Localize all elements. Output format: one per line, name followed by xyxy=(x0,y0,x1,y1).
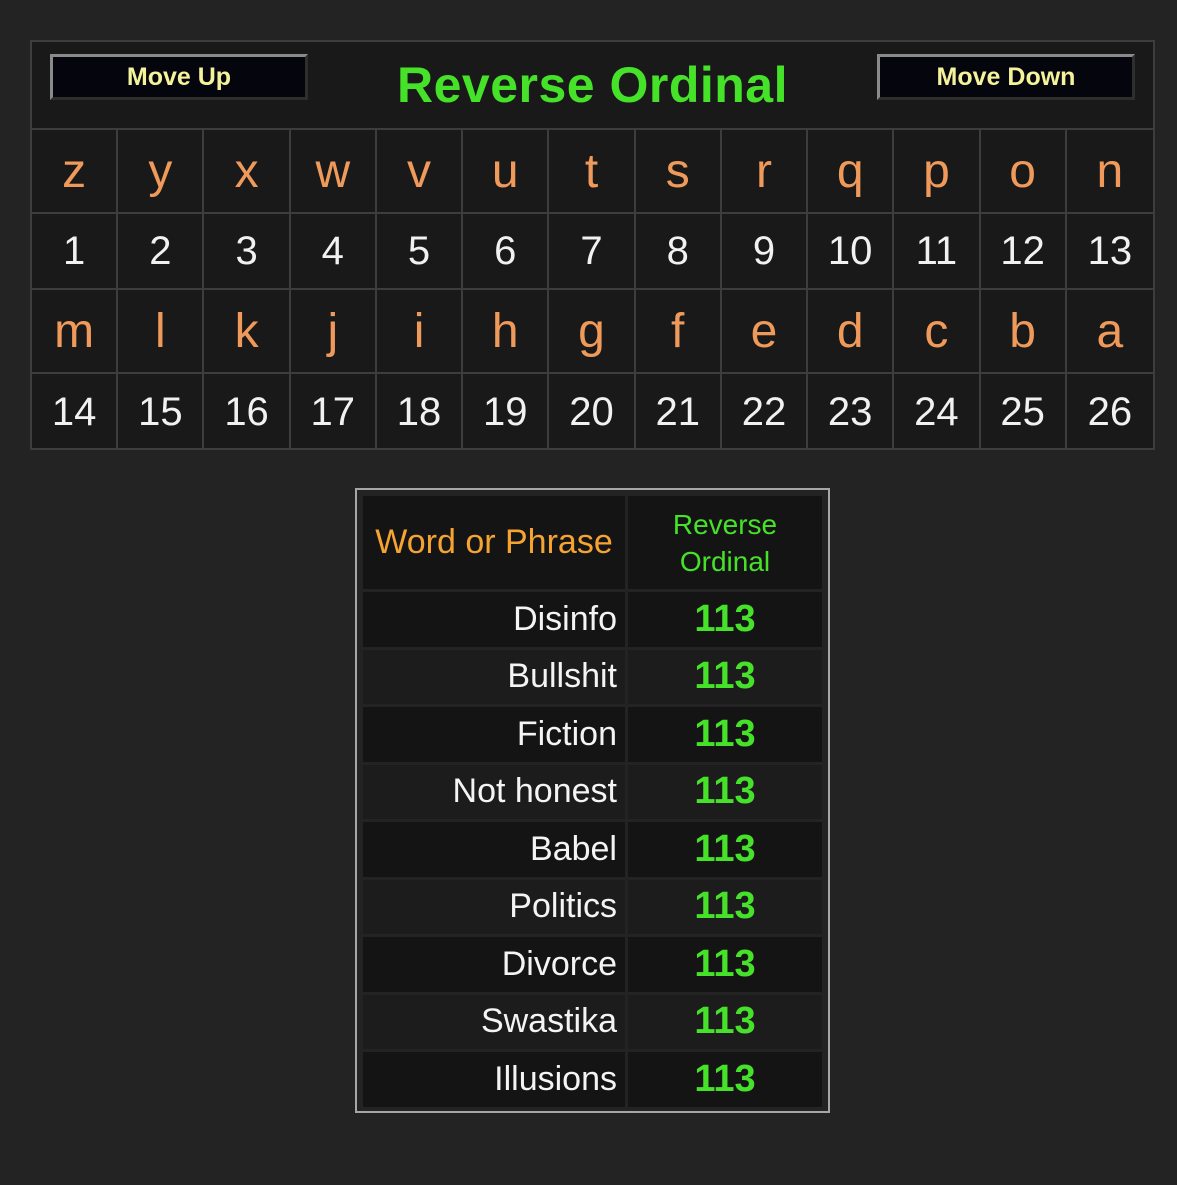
cipher-value-cell: 16 xyxy=(204,374,291,450)
cipher-value-cell: 7 xyxy=(549,214,636,290)
table-row: Politics 113 xyxy=(363,879,822,934)
move-down-button[interactable]: Move Down xyxy=(877,54,1135,100)
value-cell: 113 xyxy=(628,707,822,762)
value-cell: 113 xyxy=(628,937,822,992)
column-header-phrase: Word or Phrase xyxy=(363,496,625,589)
value-cell: 113 xyxy=(628,649,822,704)
cipher-letter-cell: a xyxy=(1066,290,1153,374)
cipher-letter-cell: e xyxy=(721,290,809,374)
cipher-letter-cell: l xyxy=(118,290,205,374)
cipher-letter-cell: w xyxy=(290,130,377,214)
cipher-value-cell: 11 xyxy=(894,214,981,290)
cipher-letter-cell: t xyxy=(549,130,636,214)
value-cell: 113 xyxy=(628,994,822,1049)
cipher-letter-cell: k xyxy=(204,290,291,374)
results-header-row: Word or Phrase Reverse Ordinal xyxy=(363,496,822,589)
cipher-value-cell: 12 xyxy=(980,214,1067,290)
cipher-value-cell: 19 xyxy=(463,374,550,450)
cipher-value-cell: 23 xyxy=(808,374,895,450)
cipher-value-cell: 15 xyxy=(118,374,205,450)
cipher-letter-cell: f xyxy=(635,290,722,374)
cipher-value-cell: 22 xyxy=(722,374,809,450)
table-row: Fiction 113 xyxy=(363,707,822,762)
cipher-letter-cell: y xyxy=(118,130,205,214)
cipher-value-cell: 4 xyxy=(290,214,377,290)
cipher-letter-cell: m xyxy=(32,290,119,374)
cipher-letter-cell: r xyxy=(721,130,809,214)
cipher-value-cell: 3 xyxy=(204,214,291,290)
phrase-cell: Babel xyxy=(363,822,625,877)
cipher-value-cell: 21 xyxy=(636,374,722,450)
value-cell: 113 xyxy=(628,822,822,877)
cipher-letter-cell: o xyxy=(980,130,1067,214)
table-row: Divorce 113 xyxy=(363,937,822,992)
cipher-letter-cell: h xyxy=(463,290,550,374)
results-body: Disinfo 113 Bullshit 113 Fiction 113 Not hones… xyxy=(363,592,822,1107)
cipher-header: Move Up Reverse Ordinal Move Down xyxy=(32,42,1153,130)
cipher-letter-cell: u xyxy=(463,130,550,214)
cipher-letter-cell: n xyxy=(1066,130,1153,214)
cipher-grid: z y x w v u t s r q p o n 1 2 3 4 5 6 7 8 9 10 11 12 13 m l k j i h g f e d… xyxy=(32,130,1153,450)
cipher-letter-cell: g xyxy=(549,290,636,374)
cipher-letter-cell: i xyxy=(376,290,464,374)
table-row: Babel 113 xyxy=(363,822,822,877)
cipher-value-cell: 6 xyxy=(463,214,550,290)
table-row: Illusions 113 xyxy=(363,1052,822,1107)
cipher-value-cell: 1 xyxy=(32,214,119,290)
phrase-cell: Swastika xyxy=(363,994,625,1049)
cipher-value-cell: 9 xyxy=(721,214,809,290)
phrase-cell: Politics xyxy=(363,879,625,934)
results-table: Word or Phrase Reverse Ordinal Disinfo 11… xyxy=(360,493,825,1110)
cipher-letter-cell: x xyxy=(204,130,291,214)
cipher-value-cell: 24 xyxy=(894,374,981,450)
phrase-cell: Illusions xyxy=(363,1052,625,1107)
cipher-letter-cell: q xyxy=(808,130,895,214)
cipher-value-cell: 2 xyxy=(118,214,205,290)
column-header-cipher: Reverse Ordinal xyxy=(628,496,822,589)
phrase-cell: Divorce xyxy=(363,937,625,992)
cipher-letter-cell: p xyxy=(894,130,981,214)
cipher-panel: Move Up Reverse Ordinal Move Down zyxwvu… xyxy=(30,40,1155,450)
cipher-value-cell: 26 xyxy=(1087,389,1133,434)
cipher-letter-cell: c xyxy=(894,290,981,374)
cipher-value-cell: 14 xyxy=(32,374,119,450)
table-row: Swastika 113 xyxy=(363,994,822,1049)
cipher-value-cell: 18 xyxy=(377,374,464,450)
phrase-cell: Not honest xyxy=(363,764,625,819)
table-row: Bullshit 113 xyxy=(363,649,822,704)
cipher-letter-cell: b xyxy=(980,290,1067,374)
cipher-value-cell: 8 xyxy=(635,214,722,290)
cipher-value-cell: 17 xyxy=(291,374,377,450)
value-cell: 113 xyxy=(628,879,822,934)
results-panel: Word or Phrase Reverse Ordinal Disinfo 11… xyxy=(355,488,830,1113)
cipher-value-cell: 5 xyxy=(376,214,464,290)
cipher-value-cell: 20 xyxy=(549,374,636,450)
value-cell: 113 xyxy=(628,764,822,819)
cipher-letter-cell: j xyxy=(290,290,377,374)
cipher-letter-cell: d xyxy=(808,290,895,374)
table-row: Not honest 113 xyxy=(363,764,822,819)
phrase-cell: Disinfo xyxy=(363,592,625,647)
phrase-cell: Fiction xyxy=(363,707,625,762)
cipher-letter-cell: v xyxy=(376,130,464,214)
value-cell: 113 xyxy=(628,592,822,647)
cipher-value-cell: 13 xyxy=(1066,214,1153,290)
value-cell: 113 xyxy=(628,1052,822,1107)
cipher-value-cell: 25 xyxy=(981,374,1067,450)
phrase-cell: Bullshit xyxy=(363,649,625,704)
table-row: Disinfo 113 xyxy=(363,592,822,647)
cipher-value-cell: 10 xyxy=(808,214,895,290)
cipher-letter-cell: z xyxy=(32,130,119,214)
cipher-letter-cell: s xyxy=(635,130,722,214)
